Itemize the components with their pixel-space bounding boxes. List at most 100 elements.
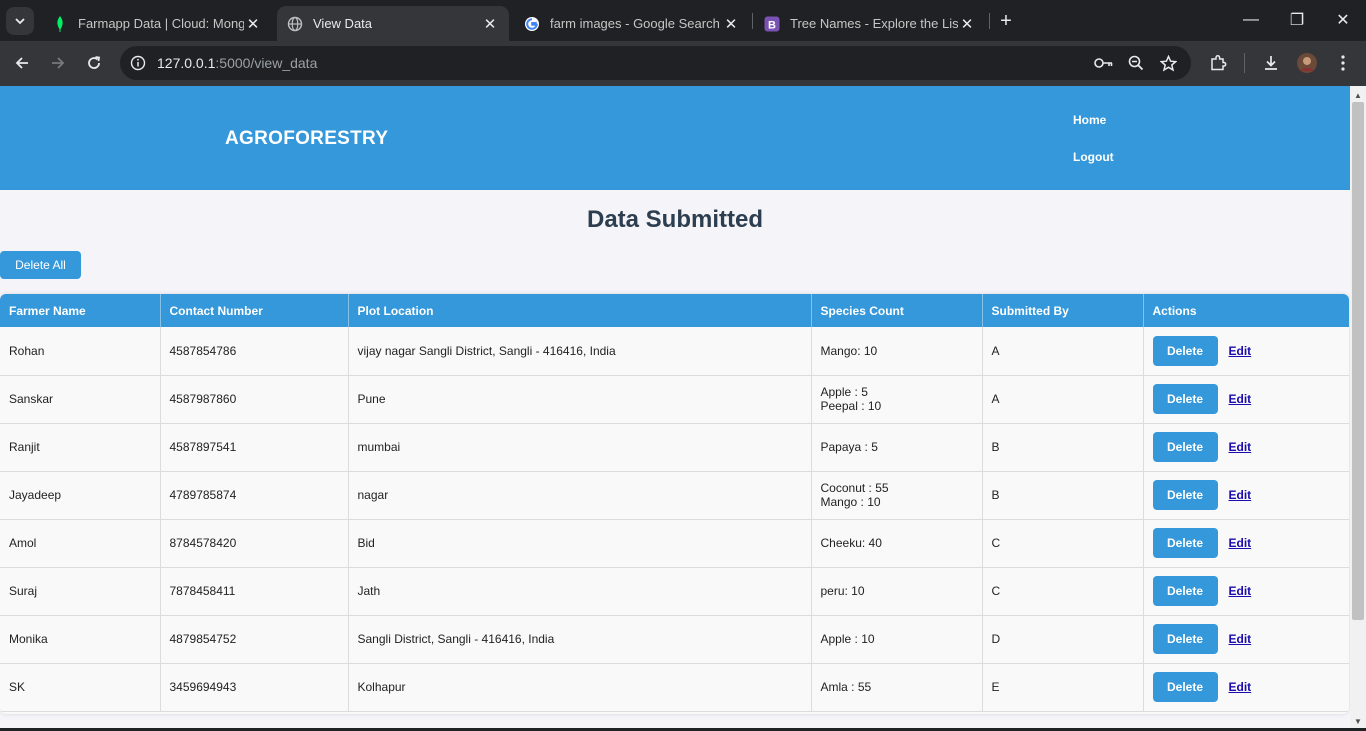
cell-contact-number: 4587987860 <box>160 375 349 424</box>
page-scrollbar[interactable]: ▲ ▼ <box>1350 86 1366 728</box>
cell-submitted-by: A <box>982 327 1144 376</box>
cell-submitted-by: C <box>982 519 1144 568</box>
scroll-down-arrow-icon[interactable]: ▼ <box>1353 716 1363 726</box>
tab-mongodb[interactable]: Farmapp Data | Cloud: MongoDB ✕ <box>42 6 272 41</box>
species-entry: Amla : 55 <box>820 680 872 694</box>
scrollbar-thumb[interactable] <box>1352 102 1364 620</box>
zoom-out-icon[interactable] <box>1126 53 1146 73</box>
nav-home-link[interactable]: Home <box>1073 113 1106 127</box>
edit-row-link[interactable]: Edit <box>1229 584 1252 598</box>
table-row: Suraj 7878458411 Jath peru: 10 C Delete Edit <box>0 567 1349 616</box>
cell-species-count: Apple : 10 <box>811 615 983 664</box>
species-entry: Peepal : 10 <box>820 399 882 413</box>
cell-species-count: Coconut : 55 Mango : 10 <box>811 471 983 520</box>
back-button[interactable] <box>8 49 36 77</box>
delete-row-button[interactable]: Delete <box>1152 335 1218 366</box>
edit-row-link[interactable]: Edit <box>1229 392 1252 406</box>
url-path: :5000/view_data <box>215 55 318 71</box>
species-entry: Mango : 10 <box>820 495 881 509</box>
delete-row-button[interactable]: Delete <box>1152 480 1218 510</box>
tab-search-button[interactable] <box>6 7 34 35</box>
extensions-icon[interactable] <box>1207 52 1229 74</box>
edit-row-link[interactable]: Edit <box>1229 488 1252 502</box>
tab-view-data[interactable]: View Data ✕ <box>277 6 509 41</box>
cell-submitted-by: E <box>982 663 1144 712</box>
toolbar-separator <box>1244 53 1245 73</box>
kebab-menu-icon[interactable] <box>1332 52 1354 74</box>
species-entry: Coconut : 55 <box>820 481 889 495</box>
window-close-button[interactable]: ✕ <box>1320 0 1366 40</box>
table-row: Monika 4879854752 Sangli District, Sangli … <box>0 615 1349 664</box>
cell-farmer-name: Ranjit <box>0 423 161 472</box>
restore-button[interactable]: ❐ <box>1274 0 1320 40</box>
cell-contact-number: 4587897541 <box>160 423 349 472</box>
tab-close-icon[interactable]: ✕ <box>722 15 740 33</box>
column-header-plot-location[interactable]: Plot Location <box>348 294 812 327</box>
tab-separator <box>989 13 990 29</box>
cell-plot-location: nagar <box>348 471 812 520</box>
delete-row-button[interactable]: Delete <box>1152 384 1218 414</box>
tab-close-icon[interactable]: ✕ <box>244 15 262 33</box>
cell-farmer-name: Jayadeep <box>0 471 161 520</box>
cell-plot-location: vijay nagar Sangli District, Sangli - 41… <box>348 327 812 376</box>
address-bar[interactable]: 127.0.0.1:5000/view_data <box>120 46 1191 80</box>
delete-row-button[interactable]: Delete <box>1152 528 1218 558</box>
cell-contact-number: 7878458411 <box>160 567 349 616</box>
nav-logout-link[interactable]: Logout <box>1073 150 1114 164</box>
column-header-species-count[interactable]: Species Count <box>811 294 983 327</box>
bookmark-star-icon[interactable] <box>1158 53 1178 73</box>
delete-row-button[interactable]: Delete <box>1152 672 1218 702</box>
delete-row-button[interactable]: Delete <box>1152 624 1218 654</box>
tab-separator <box>752 13 753 29</box>
cell-farmer-name: SK <box>0 663 161 712</box>
delete-all-button[interactable]: Delete All <box>0 251 81 279</box>
cell-submitted-by: B <box>982 471 1144 520</box>
tab-google-search[interactable]: farm images - Google Search ✕ <box>514 6 750 41</box>
site-info-icon[interactable] <box>128 53 148 73</box>
cell-actions: Delete Edit <box>1143 615 1349 664</box>
tab-title: Tree Names - Explore the List of <box>790 16 958 31</box>
table-row: Ranjit 4587897541 mumbai Papaya : 5 B Delete E… <box>0 423 1349 472</box>
species-entry: Apple : 10 <box>820 632 875 646</box>
table-row: Amol 8784578420 Bid Cheeku: 40 C Delete Edit <box>0 519 1349 568</box>
site-header: AGROFORESTRY Home Logout <box>0 86 1350 190</box>
download-icon[interactable] <box>1260 52 1282 74</box>
delete-row-button[interactable]: Delete <box>1152 576 1218 606</box>
new-tab-button[interactable]: + <box>994 9 1018 33</box>
column-header-farmer-name[interactable]: Farmer Name <box>0 294 161 327</box>
page-viewport: AGROFORESTRY Home Logout Data Submitted … <box>0 86 1350 728</box>
forward-button[interactable] <box>44 49 72 77</box>
column-header-contact-number[interactable]: Contact Number <box>160 294 349 327</box>
avatar[interactable] <box>1296 52 1318 74</box>
column-header-submitted-by[interactable]: Submitted By <box>982 294 1144 327</box>
cell-plot-location: Bid <box>348 519 812 568</box>
column-header-actions: Actions <box>1143 294 1349 327</box>
site-brand: AGROFORESTRY <box>225 128 389 149</box>
cell-species-count: Mango: 10 <box>811 327 983 376</box>
edit-row-link[interactable]: Edit <box>1229 680 1252 694</box>
cell-species-count: Papaya : 5 <box>811 423 983 472</box>
delete-row-button[interactable]: Delete <box>1152 432 1218 462</box>
tab-close-icon[interactable]: ✕ <box>481 15 499 33</box>
cell-actions: Delete Edit <box>1143 423 1349 472</box>
bootstrap-icon: B <box>764 16 780 32</box>
scroll-up-arrow-icon[interactable]: ▲ <box>1353 90 1363 100</box>
cell-contact-number: 4789785874 <box>160 471 349 520</box>
cell-plot-location: Jath <box>348 567 812 616</box>
cell-actions: Delete Edit <box>1143 519 1349 568</box>
password-key-icon[interactable] <box>1094 53 1114 73</box>
tab-tree-names[interactable]: B Tree Names - Explore the List of ✕ <box>754 6 986 41</box>
edit-row-link[interactable]: Edit <box>1229 632 1252 646</box>
reload-button[interactable] <box>80 49 108 77</box>
species-entry: Papaya : 5 <box>820 440 878 454</box>
cell-farmer-name: Monika <box>0 615 161 664</box>
arrow-right-icon <box>52 57 65 69</box>
google-icon <box>524 16 540 32</box>
edit-row-link[interactable]: Edit <box>1229 344 1252 358</box>
edit-row-link[interactable]: Edit <box>1229 536 1252 550</box>
table-row: Rohan 4587854786 vijay nagar Sangli Distri… <box>0 327 1349 376</box>
edit-row-link[interactable]: Edit <box>1229 440 1252 454</box>
tab-close-icon[interactable]: ✕ <box>958 15 976 33</box>
minimize-button[interactable]: — <box>1228 0 1274 40</box>
cell-species-count: Cheeku: 40 <box>811 519 983 568</box>
